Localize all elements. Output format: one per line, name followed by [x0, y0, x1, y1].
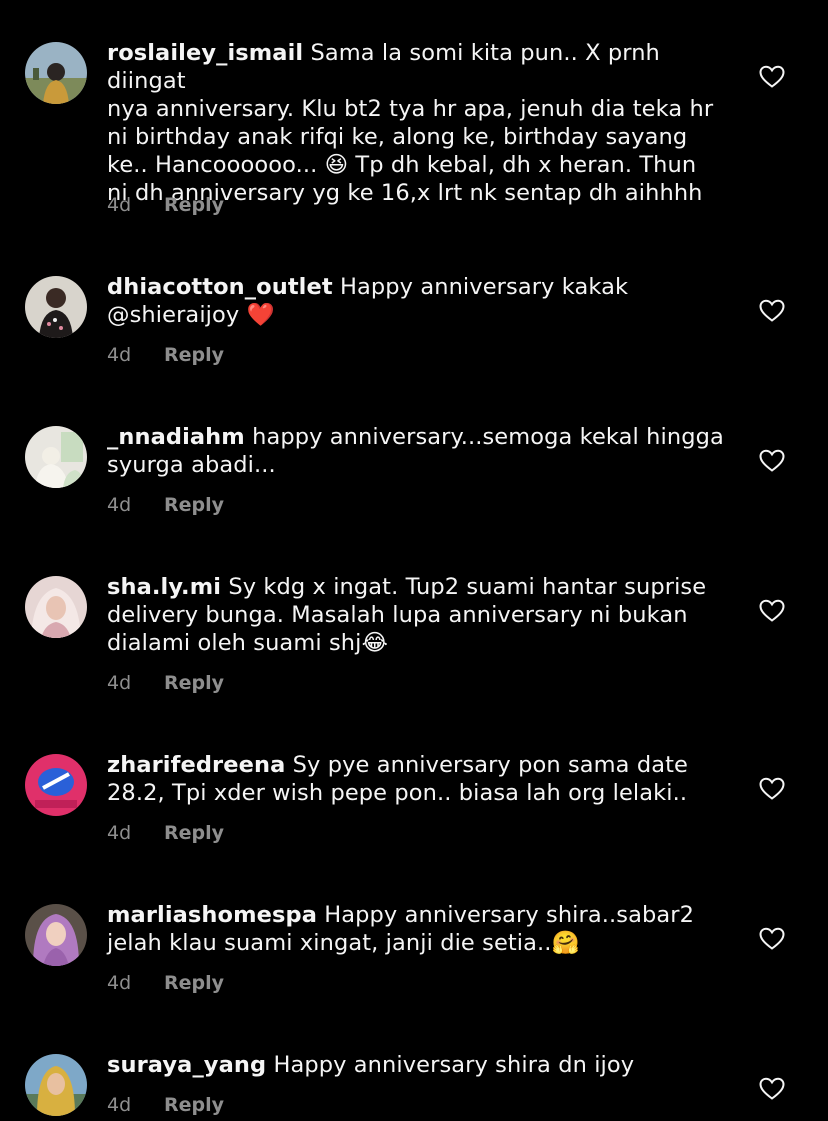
- avatar-image: [25, 904, 87, 966]
- comment-meta: 4d Reply: [107, 493, 224, 517]
- reply-button[interactable]: Reply: [164, 972, 224, 994]
- comment-meta: 4d Reply: [107, 671, 224, 695]
- comment-username[interactable]: marliashomespa: [107, 902, 317, 928]
- avatar[interactable]: [25, 1054, 87, 1116]
- like-button[interactable]: [759, 777, 785, 801]
- comment-meta: 4d Reply: [107, 343, 224, 367]
- like-button[interactable]: [759, 449, 785, 473]
- comment-text: _nnadiahm happy anniversary...semoga kek…: [107, 423, 732, 479]
- comment-time: 4d: [107, 672, 132, 694]
- comment-meta: 4d Reply: [107, 193, 224, 217]
- heart-outline-icon: [759, 1077, 785, 1100]
- comment-username[interactable]: zharifedreena: [107, 752, 285, 778]
- heart-outline-icon: [759, 927, 785, 950]
- heart-outline-icon: [759, 599, 785, 622]
- comment-time: 4d: [107, 194, 132, 216]
- reply-button[interactable]: Reply: [164, 194, 224, 216]
- avatar[interactable]: [25, 904, 87, 966]
- comment-time: 4d: [107, 972, 132, 994]
- heart-outline-icon: [759, 449, 785, 472]
- comment-username[interactable]: _nnadiahm: [107, 424, 245, 450]
- comment-meta: 4d Reply: [107, 971, 224, 995]
- like-button[interactable]: [759, 299, 785, 323]
- heart-outline-icon: [759, 65, 785, 88]
- avatar[interactable]: [25, 42, 87, 104]
- comment-username[interactable]: suraya_yang: [107, 1052, 266, 1078]
- comment-text: dhiacotton_outlet Happy anniversary kaka…: [107, 273, 732, 329]
- like-button[interactable]: [759, 599, 785, 623]
- avatar-image: [25, 754, 87, 816]
- avatar-image: [25, 276, 87, 338]
- reply-button[interactable]: Reply: [164, 1094, 224, 1116]
- like-button[interactable]: [759, 1077, 785, 1101]
- comment-text: marliashomespa Happy anniversary shira..…: [107, 901, 732, 957]
- reply-button[interactable]: Reply: [164, 494, 224, 516]
- heart-outline-icon: [759, 777, 785, 800]
- like-button[interactable]: [759, 65, 785, 89]
- comment-time: 4d: [107, 1094, 132, 1116]
- comment-text: sha.ly.mi Sy kdg x ingat. Tup2 suami han…: [107, 573, 732, 657]
- heart-outline-icon: [759, 299, 785, 322]
- avatar-image: [25, 42, 87, 104]
- avatar[interactable]: [25, 426, 87, 488]
- like-button[interactable]: [759, 927, 785, 951]
- avatar[interactable]: [25, 276, 87, 338]
- avatar[interactable]: [25, 754, 87, 816]
- comment-time: 4d: [107, 494, 132, 516]
- comment-time: 4d: [107, 822, 132, 844]
- avatar[interactable]: [25, 576, 87, 638]
- comment-username[interactable]: sha.ly.mi: [107, 574, 221, 600]
- reply-button[interactable]: Reply: [164, 344, 224, 366]
- comment-username[interactable]: roslailey_ismail: [107, 40, 303, 66]
- comment-meta: 4d Reply: [107, 821, 224, 845]
- comment-text: zharifedreena Sy pye anniversary pon sam…: [107, 751, 732, 807]
- comment-username[interactable]: dhiacotton_outlet: [107, 274, 333, 300]
- reply-button[interactable]: Reply: [164, 822, 224, 844]
- comment-text: suraya_yang Happy anniversary shira dn i…: [107, 1051, 732, 1079]
- avatar-image: [25, 576, 87, 638]
- comment-time: 4d: [107, 344, 132, 366]
- comment-body: Happy anniversary shira dn ijoy: [273, 1052, 635, 1078]
- comment-meta: 4d Reply: [107, 1093, 224, 1117]
- avatar-image: [25, 1054, 87, 1116]
- reply-button[interactable]: Reply: [164, 672, 224, 694]
- comment-text: roslailey_ismail Sama la somi kita pun..…: [107, 39, 732, 207]
- avatar-image: [25, 426, 87, 488]
